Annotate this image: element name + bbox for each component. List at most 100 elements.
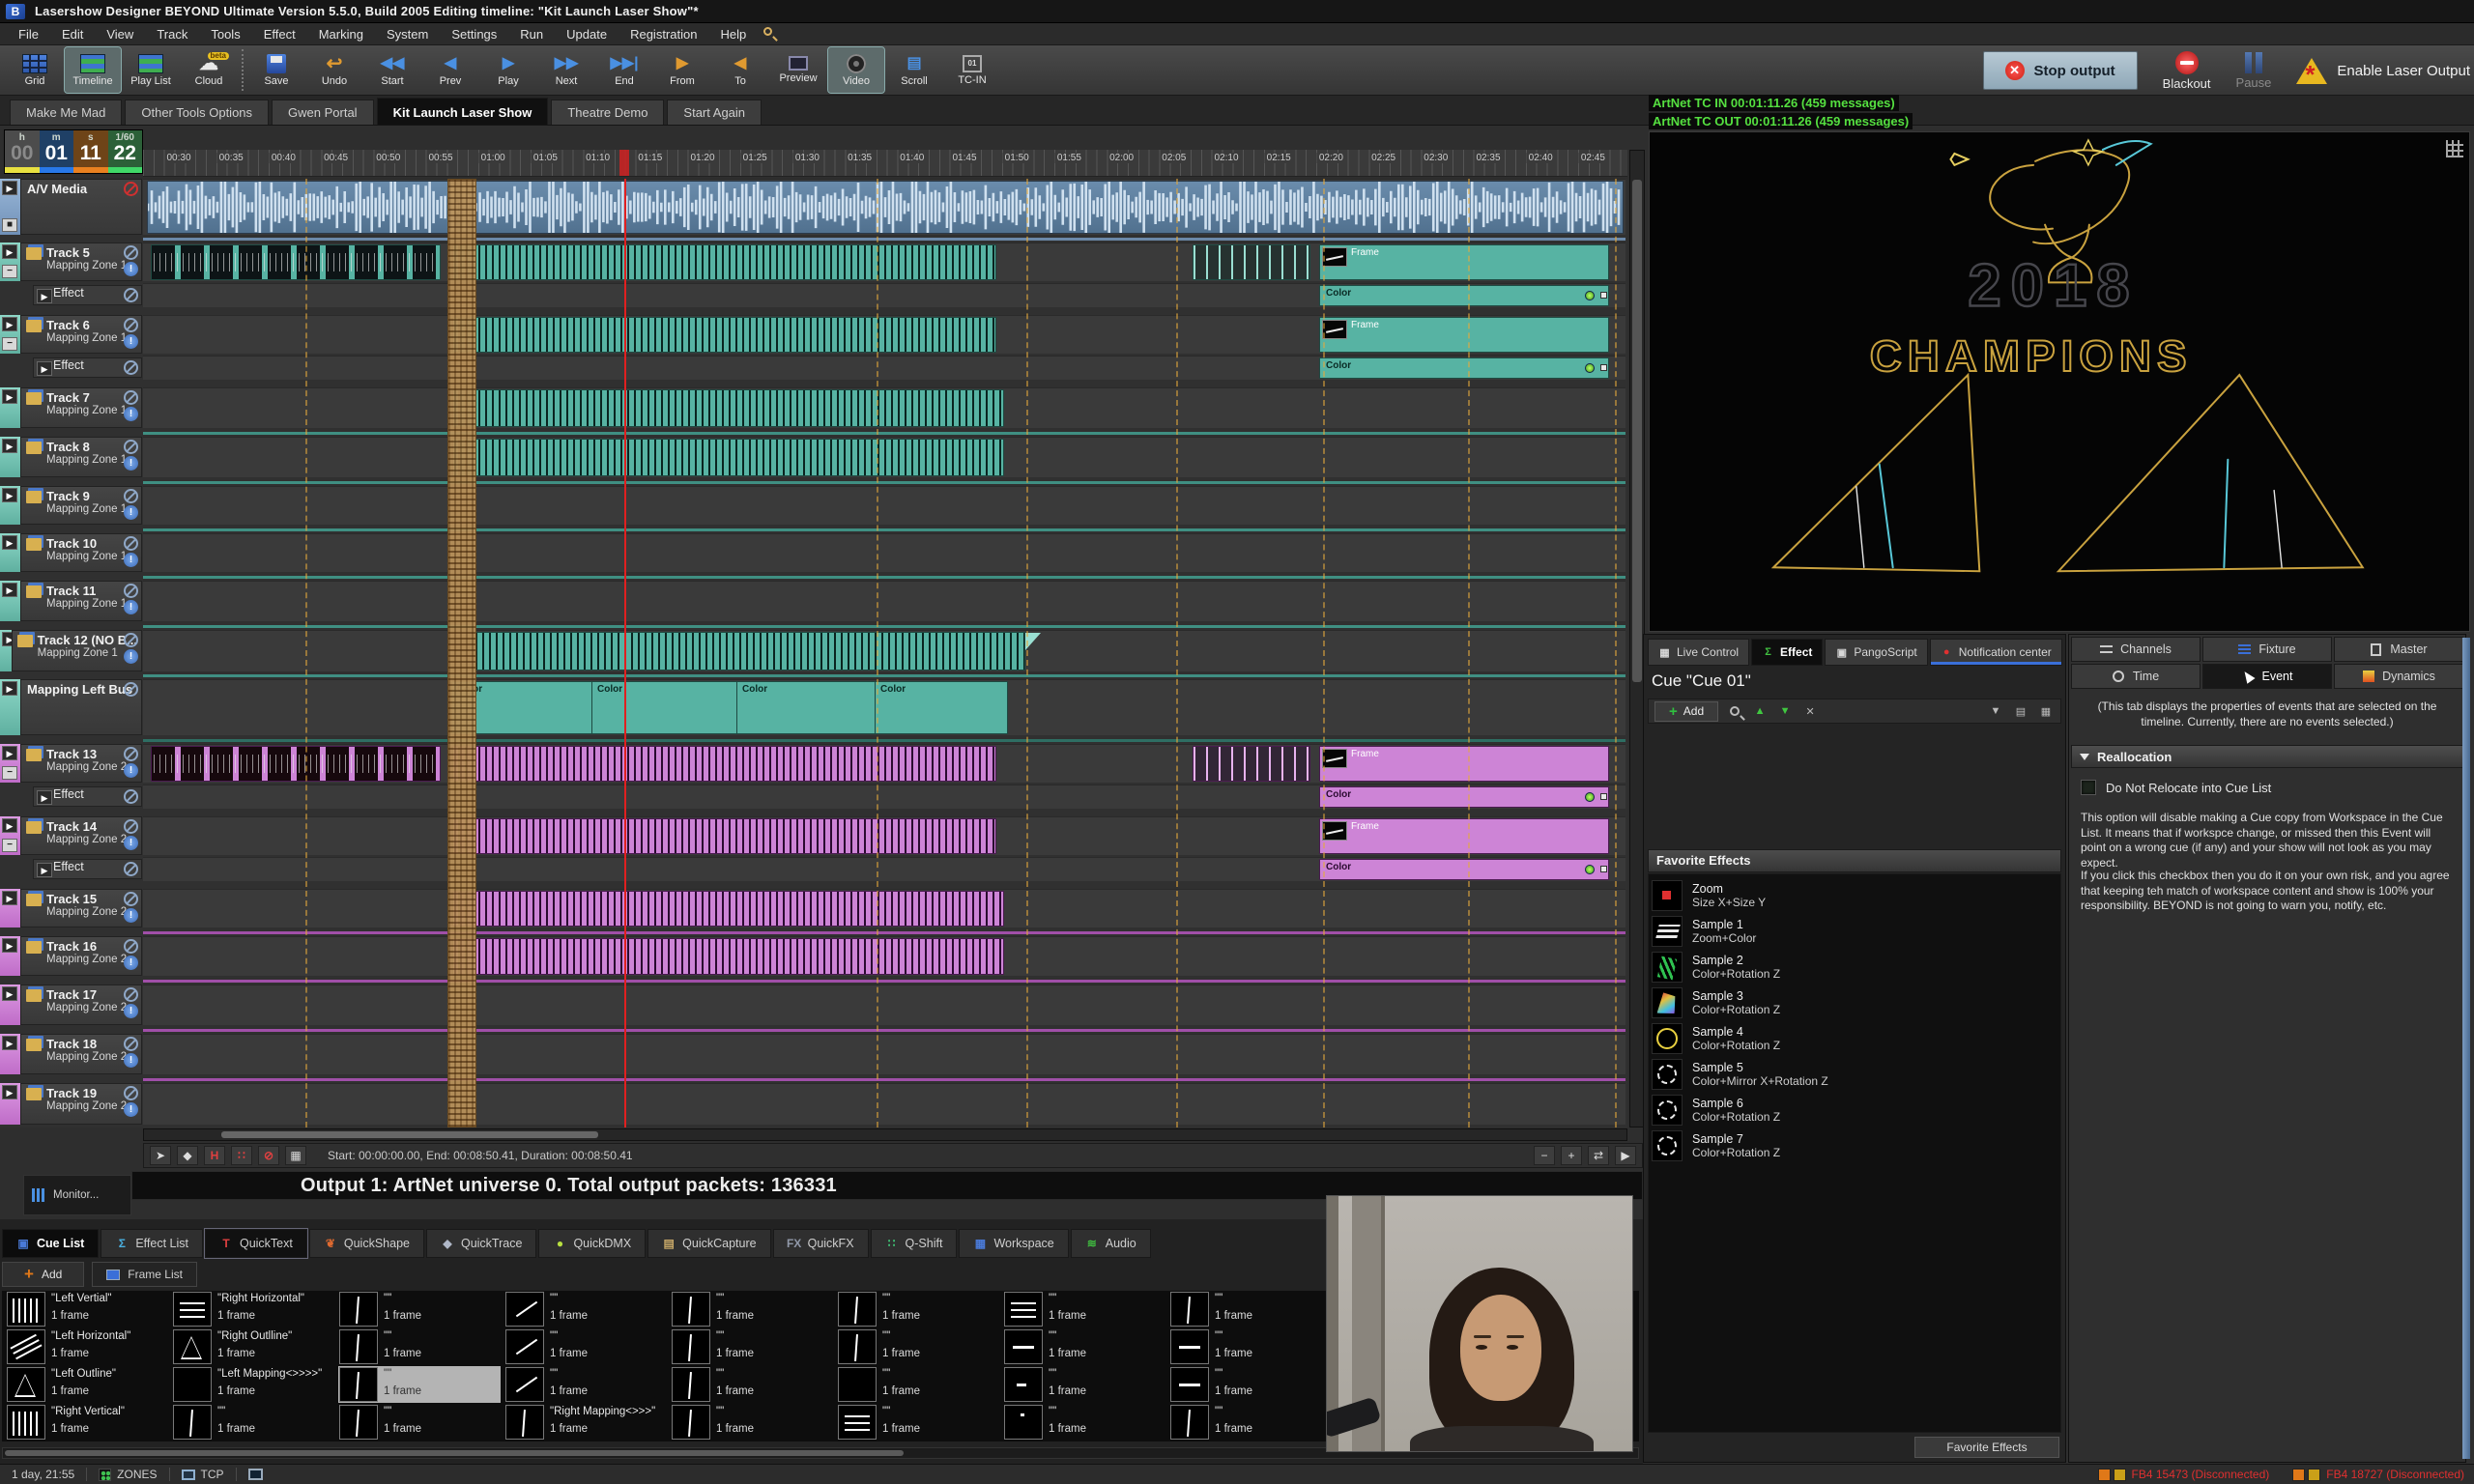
track-disable-icon[interactable] [124,536,138,551]
track-header-track-17[interactable]: ▶Track 17Mapping Zone 2! [0,985,142,1025]
track-disable-icon[interactable] [124,1086,138,1100]
track-header-track-6[interactable]: ▶−Track 6Mapping Zone 1! [0,315,142,354]
zone-info-icon[interactable]: ! [124,956,138,970]
toolbar-grid[interactable]: Grid [7,47,63,93]
collapse-button[interactable]: − [2,265,17,278]
cue-cell[interactable]: "Left Vertial"1 frame [6,1291,168,1327]
track-play-button[interactable]: ▶ [2,439,17,453]
toolbar-from[interactable]: ▶From [654,47,710,93]
cue-cell[interactable]: ""1 frame [1003,1404,1165,1441]
track-header-track-10[interactable]: ▶Track 10Mapping Zone 1! [0,533,142,572]
event-tab-dynamics[interactable]: Dynamics [2334,664,2463,689]
disable-icon[interactable] [124,862,138,876]
pointer-tool-icon[interactable]: ➤ [150,1146,171,1165]
sparse-event-clip[interactable] [1193,244,1310,280]
frame-clip[interactable]: Frame [1319,244,1609,280]
track-lane-effect[interactable]: Color [143,785,1625,809]
monitor-indicator[interactable] [245,1469,267,1480]
menu-help[interactable]: Help [709,25,757,43]
track-disable-icon[interactable] [124,584,138,598]
menu-search-icon[interactable] [762,26,778,42]
track-lane-track-17[interactable] [143,985,1625,1025]
color-effect-clip[interactable]: Color [1319,786,1609,808]
toolbar-scroll[interactable]: ▤Scroll [886,47,942,93]
cue-cell[interactable]: ""1 frame [671,1291,833,1327]
blackout-button[interactable]: Blackout [2163,51,2211,91]
dense-event-clip[interactable] [450,818,996,854]
cue-cell[interactable]: ""1 frame [504,1328,667,1365]
track-lane-track-19[interactable] [143,1083,1625,1125]
cue-cell[interactable]: ""1 frame [338,1291,501,1327]
track-header-mapping-left-bus[interactable]: ▶Mapping Left Bus [0,679,142,735]
pause-button[interactable]: Pause [2236,52,2272,90]
cue-cell[interactable]: ""1 frame [837,1366,999,1403]
zone-info-icon[interactable]: ! [124,600,138,614]
keyframe-node[interactable] [1585,792,1595,802]
bottom-tab-quickdmx[interactable]: ●QuickDMX [538,1229,646,1258]
track-header-track-19[interactable]: ▶Track 19Mapping Zone 2! [0,1083,142,1125]
toolbar-to[interactable]: ◀To [712,47,768,93]
fb4-status-2[interactable]: FB4 18727 (Disconnected) [2292,1468,2464,1481]
track-disable-icon[interactable] [124,747,138,761]
track-disable-icon[interactable] [124,390,138,405]
track-lane-track-14[interactable]: Frame [143,816,1625,855]
track-lane-a-v-media[interactable] [143,179,1625,235]
track-disable-icon[interactable] [124,682,138,697]
track-play-button[interactable]: ▶ [2,535,17,550]
snap-tool-icon[interactable]: ◆ [177,1146,198,1165]
track-disable-icon[interactable] [124,182,138,196]
notes-icon[interactable]: ▤ [2012,703,2029,719]
track-play-button[interactable]: ▶ [2,1085,17,1099]
track-disable-icon[interactable] [124,440,138,454]
delete-icon[interactable]: ✕ [1801,703,1819,719]
bottom-tab-effect-list[interactable]: ΣEffect List [101,1229,203,1258]
collapse-button[interactable]: − [2,839,17,852]
track-lane-track-13[interactable]: Frame [143,744,1625,783]
zone-info-icon[interactable]: ! [124,505,138,520]
bottom-tab-quickshape[interactable]: ❦QuickShape [309,1229,424,1258]
cue-cell[interactable]: ""1 frame [1169,1366,1332,1403]
disable-icon[interactable] [124,360,138,375]
do-not-relocate-checkbox[interactable]: Do Not Relocate into Cue List [2081,780,2271,795]
disable-icon[interactable] [124,288,138,302]
dense-event-clip[interactable] [450,439,1004,476]
bottom-tab-q-shift[interactable]: ∷Q-Shift [871,1229,958,1258]
expand-button[interactable]: ▶ [37,361,52,376]
track-play-button[interactable]: ▶ [2,986,17,1001]
cue-cell[interactable]: ""1 frame [504,1366,667,1403]
track-header-a-v-media[interactable]: ▶■A/V Media [0,179,142,235]
cue-cell[interactable]: ""1 frame [671,1328,833,1365]
track-lane-track-18[interactable] [143,1034,1625,1074]
color-segments-clip[interactable]: ColorColorColorColor [450,681,1008,734]
toolbar-undo[interactable]: ↩Undo [306,47,362,93]
track-disable-icon[interactable] [124,819,138,834]
track-header-track-14[interactable]: ▶−Track 14Mapping Zone 2! [0,816,142,855]
menu-file[interactable]: File [8,25,49,43]
cue-cell[interactable]: "Right Outlline"1 frame [172,1328,334,1365]
toolbar-play-list[interactable]: Play List [123,47,179,93]
cue-cell[interactable]: ""1 frame [338,1366,501,1403]
stop-output-button[interactable]: ✕ Stop output [1983,51,2138,90]
cue-cell[interactable]: "Left Horizontal"1 frame [6,1328,168,1365]
preview-grid-icon[interactable] [2446,140,2463,157]
zone-info-icon[interactable]: ! [124,649,138,664]
track-lane-track-16[interactable] [143,936,1625,976]
event-tab-event[interactable]: Event [2202,664,2332,689]
toolbar-end[interactable]: ▶▶|End [596,47,652,93]
track-play-button[interactable]: ▶ [2,389,17,404]
right-edge-scrollbar[interactable] [2462,638,2470,1459]
menu-marking[interactable]: Marking [308,25,374,43]
cue-cell[interactable]: ""1 frame [837,1328,999,1365]
bottom-tab-workspace[interactable]: ▦Workspace [959,1229,1068,1258]
search-icon[interactable] [1726,703,1743,719]
zone-info-icon[interactable]: ! [124,553,138,567]
keyframe-node[interactable] [1585,363,1595,373]
cue-cell[interactable]: ""1 frame [1003,1366,1165,1403]
event-tab-time[interactable]: Time [2071,664,2201,689]
track-header-track-12-no-b[interactable]: ▶Track 12 (NO B...Mapping Zone 1! [0,630,142,671]
enable-laser-output-button[interactable]: Enable Laser Output [2296,58,2470,84]
expand-button[interactable]: ▶ [37,289,52,303]
cue-cell[interactable]: "Left Mapping<>>>>"1 frame [172,1366,334,1403]
toolbar-timeline[interactable]: Timeline [65,47,121,93]
bottom-tab-quicktrace[interactable]: ◆QuickTrace [426,1229,536,1258]
